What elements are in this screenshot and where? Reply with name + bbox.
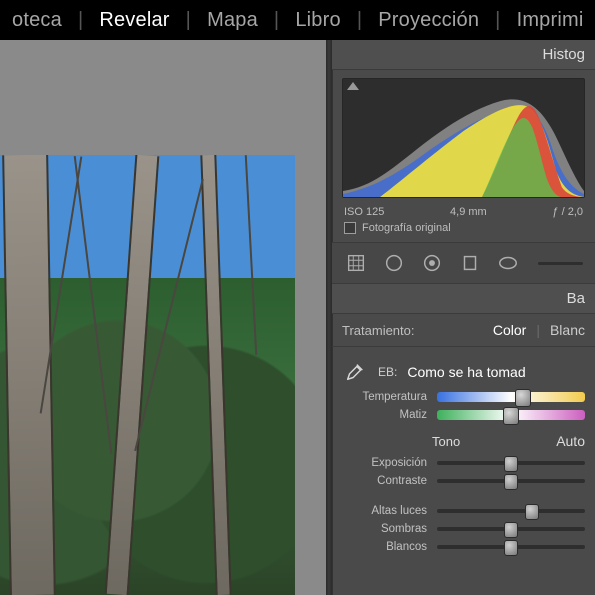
module-tab-slideshow[interactable]: Proyección xyxy=(374,9,483,32)
exposure-label: Exposición xyxy=(342,457,427,469)
redeye-tool-icon[interactable] xyxy=(420,251,444,275)
tone-group-label: Tono xyxy=(342,434,550,449)
white-balance-dropper-icon[interactable] xyxy=(342,359,368,385)
crop-tool-icon[interactable] xyxy=(344,251,368,275)
radial-tool-icon[interactable] xyxy=(496,251,520,275)
contrast-slider[interactable] xyxy=(437,479,585,483)
develop-panel: Histog ISO 125 4,9 mm ƒ / 2,0 Fotografía… xyxy=(332,40,595,595)
histogram-meta: ISO 125 4,9 mm ƒ / 2,0 xyxy=(332,202,595,220)
auto-tone-button[interactable]: Auto xyxy=(550,431,585,451)
treatment-label: Tratamiento: xyxy=(342,323,415,338)
meta-focal: 4,9 mm xyxy=(450,206,487,218)
whites-slider[interactable] xyxy=(437,545,585,549)
module-tab-book[interactable]: Libro xyxy=(291,9,344,32)
exposure-slider[interactable] xyxy=(437,461,585,465)
tab-separator: | xyxy=(66,9,95,32)
image-canvas[interactable] xyxy=(0,40,326,595)
module-tab-library[interactable]: oteca xyxy=(8,9,66,32)
white-balance-dropdown[interactable]: Como se ha tomad xyxy=(407,364,585,380)
spot-tool-icon[interactable] xyxy=(382,251,406,275)
module-tab-map[interactable]: Mapa xyxy=(203,9,262,32)
tool-size-slider[interactable] xyxy=(538,262,583,265)
tint-label: Matiz xyxy=(342,409,427,421)
treatment-separator: | xyxy=(536,322,540,338)
tab-separator: | xyxy=(345,9,374,32)
histogram-chart[interactable] xyxy=(342,78,585,198)
module-tab-develop[interactable]: Revelar xyxy=(95,9,173,32)
basic-title: Ba xyxy=(332,284,595,314)
original-checkbox[interactable] xyxy=(344,222,356,234)
histogram-title: Histog xyxy=(332,40,595,70)
shadows-label: Sombras xyxy=(342,523,427,535)
preview-image xyxy=(0,155,295,595)
local-tools-strip xyxy=(332,243,595,284)
temperature-label: Temperatura xyxy=(342,391,427,403)
graduated-tool-icon[interactable] xyxy=(458,251,482,275)
tint-slider[interactable] xyxy=(437,410,585,420)
treatment-bw[interactable]: Blanc xyxy=(550,322,585,338)
module-tabs: oteca | Revelar | Mapa | Libro | Proyecc… xyxy=(0,0,595,40)
meta-aperture: ƒ / 2,0 xyxy=(552,206,583,218)
meta-iso: ISO 125 xyxy=(344,206,384,218)
highlights-label: Altas luces xyxy=(342,505,427,517)
temperature-slider[interactable] xyxy=(437,392,585,402)
contrast-label: Contraste xyxy=(342,475,427,487)
module-tab-print[interactable]: Imprimi xyxy=(513,9,588,32)
tab-separator: | xyxy=(483,9,512,32)
wb-short-label: EB: xyxy=(378,365,397,379)
highlights-slider[interactable] xyxy=(437,509,585,513)
tab-separator: | xyxy=(174,9,203,32)
whites-label: Blancos xyxy=(342,541,427,553)
shadows-slider[interactable] xyxy=(437,527,585,531)
shadow-clip-icon[interactable] xyxy=(347,82,359,90)
tab-separator: | xyxy=(262,9,291,32)
original-label: Fotografía original xyxy=(362,222,451,234)
treatment-color[interactable]: Color xyxy=(493,322,526,338)
